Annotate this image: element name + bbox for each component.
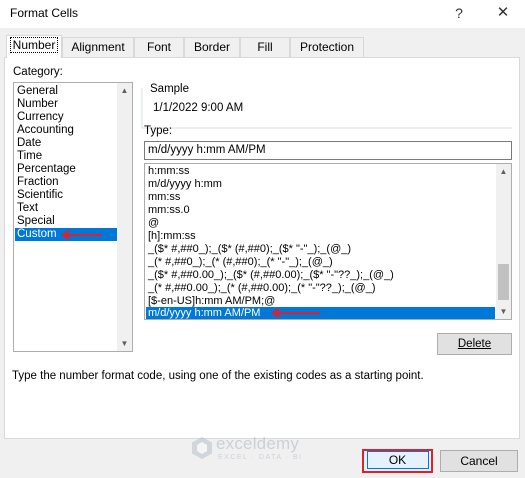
format-item[interactable]: @ xyxy=(148,217,159,230)
category-item[interactable]: Percentage xyxy=(17,163,76,176)
scroll-up-arrow-icon[interactable]: ▲ xyxy=(117,83,132,98)
format-item[interactable]: _($* #,##0_);_($* (#,##0);_($* "-"_);_(@… xyxy=(148,243,351,256)
red-annotation-arrow-icon xyxy=(271,308,320,318)
format-item[interactable]: _($* #,##0.00_);_($* (#,##0.00);_($* "-"… xyxy=(148,269,394,282)
format-scrollbar[interactable]: ▲ ▼ xyxy=(496,164,511,319)
scroll-down-arrow-icon[interactable]: ▼ xyxy=(117,336,132,351)
category-item[interactable]: Special xyxy=(17,215,55,228)
format-item[interactable]: mm:ss.0 xyxy=(148,204,190,217)
format-item[interactable]: [h]:mm:ss xyxy=(148,230,196,243)
watermark: exceldemy EXCEL · DATA · BI xyxy=(188,432,338,464)
watermark-name: exceldemy xyxy=(216,434,300,453)
help-text: Type the number format code, using one o… xyxy=(12,370,424,382)
type-label: Type: xyxy=(144,125,173,137)
category-label: Category: xyxy=(13,66,63,78)
scroll-up-arrow-icon[interactable]: ▲ xyxy=(496,164,511,179)
help-button[interactable]: ? xyxy=(443,2,475,24)
tab-strip: Number Alignment Font Border Fill Protec… xyxy=(0,35,525,58)
category-scrollbar[interactable]: ▲ ▼ xyxy=(117,83,132,351)
category-item[interactable]: Text xyxy=(17,202,38,215)
type-input[interactable]: m/d/yyyy h:mm AM/PM xyxy=(144,141,512,160)
tab-fill[interactable]: Fill xyxy=(240,37,290,57)
category-item[interactable]: General xyxy=(17,85,58,98)
delete-button[interactable]: Delete xyxy=(437,333,512,355)
tab-protection[interactable]: Protection xyxy=(290,37,364,57)
sample-legend: Sample xyxy=(150,83,189,95)
cancel-button[interactable]: Cancel xyxy=(440,450,518,472)
format-item[interactable]: mm:ss xyxy=(148,191,180,204)
exceldemy-logo-icon xyxy=(192,437,212,459)
tab-alignment[interactable]: Alignment xyxy=(62,37,134,57)
scroll-thumb[interactable] xyxy=(498,264,509,300)
tab-font[interactable]: Font xyxy=(134,37,184,57)
category-item[interactable]: Number xyxy=(17,98,58,111)
red-annotation-arrow-icon xyxy=(61,230,102,240)
title-bar: Format Cells ? ✕ xyxy=(0,0,525,28)
watermark-tagline: EXCEL · DATA · BI xyxy=(218,454,303,461)
dialog-title: Format Cells xyxy=(10,6,79,20)
category-item[interactable]: Time xyxy=(17,150,42,163)
category-item[interactable]: Scientific xyxy=(17,189,63,202)
scroll-down-arrow-icon[interactable]: ▼ xyxy=(496,304,511,319)
sample-value: 1/1/2022 9:00 AM xyxy=(153,102,244,114)
ok-button[interactable]: OK xyxy=(362,449,433,473)
format-item[interactable]: m/d/yyyy h:mm xyxy=(148,178,222,191)
tab-border[interactable]: Border xyxy=(184,37,240,57)
format-item[interactable]: h:mm:ss xyxy=(148,165,190,178)
number-tab-panel: Category: General Number Currency Accoun… xyxy=(4,57,520,439)
format-item[interactable]: _(* #,##0.00_);_(* (#,##0.00);_(* "-"??_… xyxy=(148,282,375,295)
category-listbox[interactable]: General Number Currency Accounting Date … xyxy=(13,82,133,352)
close-button[interactable]: ✕ xyxy=(487,2,519,24)
format-item-selected[interactable]: m/d/yyyy h:mm AM/PM xyxy=(146,307,495,319)
category-item[interactable]: Currency xyxy=(17,111,64,124)
category-item[interactable]: Accounting xyxy=(17,124,74,137)
category-item[interactable]: Date xyxy=(17,137,41,150)
category-item[interactable]: Fraction xyxy=(17,176,59,189)
format-code-listbox[interactable]: h:mm:ss m/d/yyyy h:mm mm:ss mm:ss.0 @ [h… xyxy=(144,163,512,320)
tab-number[interactable]: Number xyxy=(6,35,62,58)
format-item[interactable]: _(* #,##0_);_(* (#,##0);_(* "-"_);_(@_) xyxy=(148,256,333,269)
